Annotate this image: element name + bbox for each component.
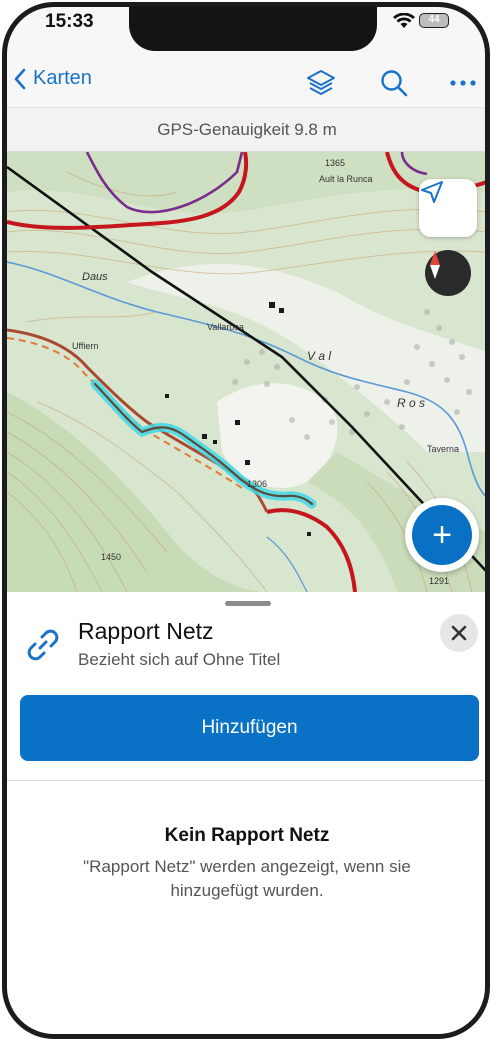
layers-icon: [307, 70, 335, 95]
gps-accuracy-bar: GPS-Genauigkeit 9.8 m: [7, 107, 487, 152]
back-label: Karten: [33, 67, 92, 89]
empty-state-title: Kein Rapport Netz: [164, 825, 330, 846]
map-label-ros: R o s: [397, 396, 425, 410]
search-button[interactable]: [378, 67, 410, 99]
chevron-left-icon: [14, 68, 26, 89]
empty-state-text: "Rapport Netz" werden angezeigt, wenn si…: [83, 857, 411, 900]
back-button[interactable]: Karten: [13, 67, 92, 90]
sheet-title: Rapport Netz: [78, 618, 214, 644]
map-label-daus: Daus: [82, 271, 108, 283]
search-icon: [381, 70, 408, 97]
more-button[interactable]: [447, 67, 479, 99]
status-bar: 15:33 44: [7, 7, 487, 57]
bottom-sheet: Rapport Netz Bezieht sich auf Ohne Titel…: [7, 592, 487, 1037]
sheet-subtitle: Bezieht sich auf Ohne Titel: [78, 650, 281, 669]
plus-icon: +: [412, 505, 472, 565]
map-label-uffiern: Uffiern: [72, 341, 98, 351]
more-icon: [450, 80, 476, 86]
location-arrow-icon: [421, 181, 443, 203]
map-label-vallarosa: Vallarosa: [207, 322, 244, 332]
wifi-icon: [393, 13, 415, 28]
divider: [7, 780, 487, 781]
map-label-1365: 1365: [325, 158, 345, 168]
locate-button[interactable]: [419, 179, 477, 237]
link-icon: [27, 629, 59, 661]
close-button[interactable]: [440, 614, 478, 652]
sheet-drag-handle[interactable]: [225, 601, 271, 606]
layers-button[interactable]: [305, 67, 337, 99]
map-view[interactable]: 1365 Ault la Runca Uffiern Vallarosa Dau…: [7, 152, 487, 592]
add-feature-fab[interactable]: +: [405, 498, 479, 572]
map-label-taverna: Taverna: [427, 444, 459, 454]
notch: [129, 7, 377, 51]
screen: 15:33 44 Karten GPS-Genauigkeit 9.8 m 13…: [7, 7, 487, 1037]
map-label-ault-la-runca: Ault la Runca: [319, 174, 373, 184]
map-label-1306: 1306: [247, 479, 267, 489]
add-button[interactable]: Hinzufügen: [20, 695, 479, 761]
compass-button[interactable]: [425, 250, 471, 296]
close-icon: [451, 625, 467, 641]
map-label-val: V a l: [307, 349, 331, 363]
map-label-1450: 1450: [101, 552, 121, 562]
status-time: 15:33: [45, 11, 94, 32]
compass-icon: [430, 251, 440, 279]
map-label-1291: 1291: [429, 576, 449, 586]
battery-indicator: 44: [419, 13, 449, 28]
phone-frame: 15:33 44 Karten GPS-Genauigkeit 9.8 m 13…: [0, 0, 500, 1047]
navigation-bar: Karten: [7, 57, 487, 107]
